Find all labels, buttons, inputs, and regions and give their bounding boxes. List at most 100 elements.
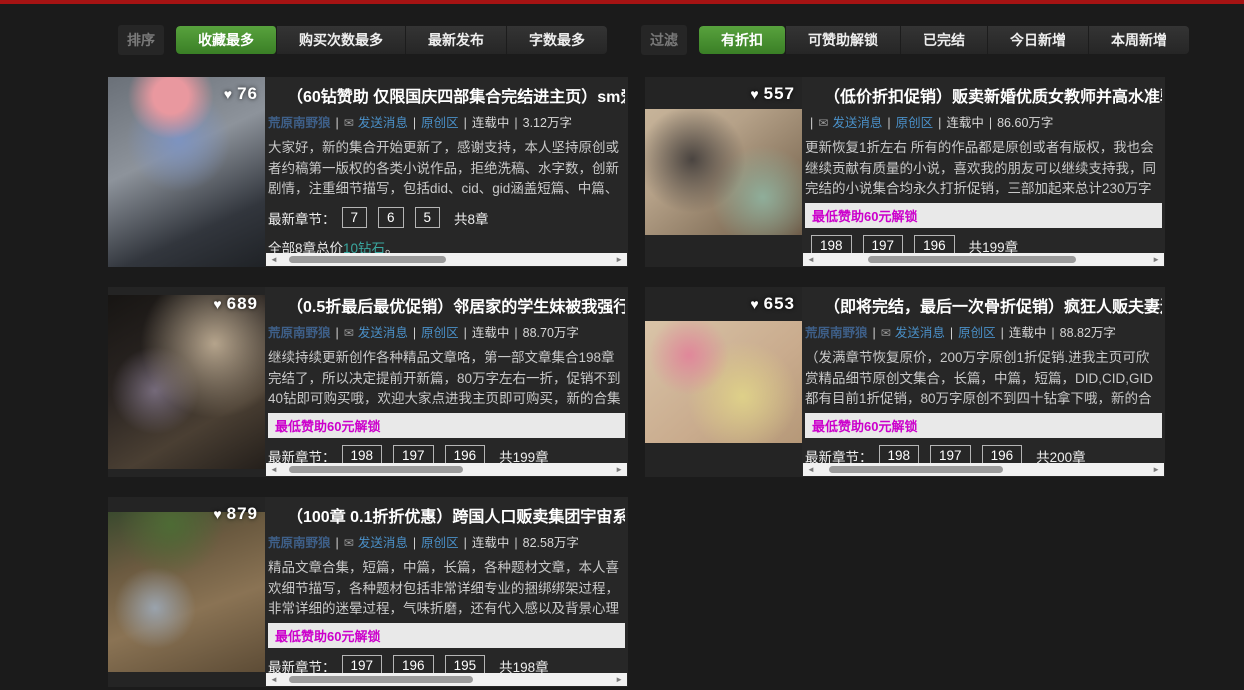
filter-discounted-button[interactable]: 有折扣: [699, 26, 786, 54]
author-link[interactable]: 荒原南野狼: [268, 116, 331, 130]
sort-most-purchased-button[interactable]: 购买次数最多: [277, 26, 406, 54]
heart-icon: ♥: [213, 506, 222, 522]
horizontal-scrollbar[interactable]: ◄ ►: [266, 673, 627, 686]
envelope-icon: ✉: [818, 116, 828, 130]
novel-card: ♥689 （0.5折最后最优促销）邻居家的学生妹被我强行绑架之 荒原南野狼|✉发…: [108, 287, 628, 477]
scrollbar-track[interactable]: [282, 463, 611, 476]
meta-separator: |: [464, 326, 467, 340]
chapter-button[interactable]: 7: [342, 207, 368, 228]
meta-separator: |: [950, 326, 953, 340]
novel-title-link[interactable]: （低价折扣促销）贩卖新婚优质女教师并高水准验货调教大: [805, 83, 1162, 107]
horizontal-scrollbar[interactable]: ◄ ►: [266, 463, 627, 476]
scrollbar-track[interactable]: [819, 253, 1148, 266]
sort-newest-button[interactable]: 最新发布: [406, 26, 507, 54]
filter-sponsor-unlock-button[interactable]: 可赞助解锁: [786, 26, 901, 54]
scrollbar-thumb[interactable]: [868, 256, 1075, 263]
card-content: （100章 0.1折折优惠）跨国人口贩卖集团宇宙系列之绑 荒原南野狼|✉发送消息…: [265, 497, 628, 687]
scroll-right-icon[interactable]: ►: [611, 673, 627, 686]
scroll-right-icon[interactable]: ►: [611, 253, 627, 266]
novel-card: ♥653 （即将完结，最后一次骨折促销）疯狂人贩夫妻连环绑 荒原南野狼|✉发送消…: [645, 287, 1165, 477]
horizontal-scrollbar[interactable]: ◄ ►: [803, 253, 1164, 266]
top-accent-bar: [0, 0, 1244, 4]
novel-title-link[interactable]: （60钻赞助 仅限国庆四部集合完结进主页）sm爱好者的: [268, 83, 625, 107]
chapter-button[interactable]: 5: [415, 207, 441, 228]
scrollbar-thumb[interactable]: [289, 466, 463, 473]
zone-link[interactable]: 原创区: [421, 116, 459, 130]
send-message-link[interactable]: 发送消息: [358, 536, 408, 550]
card-content: （0.5折最后最优促销）邻居家的学生妹被我强行绑架之 荒原南野狼|✉发送消息|原…: [265, 287, 628, 477]
meta-separator: |: [1001, 326, 1004, 340]
heart-icon: ♥: [213, 296, 222, 312]
horizontal-scrollbar[interactable]: ◄ ►: [803, 463, 1164, 476]
scroll-left-icon[interactable]: ◄: [266, 463, 282, 476]
filter-new-today-button[interactable]: 今日新增: [988, 26, 1089, 54]
scroll-left-icon[interactable]: ◄: [266, 673, 282, 686]
scrollbar-track[interactable]: [282, 673, 611, 686]
cover-image[interactable]: [108, 287, 265, 477]
scroll-left-icon[interactable]: ◄: [803, 463, 819, 476]
meta-separator: |: [336, 326, 339, 340]
horizontal-scrollbar[interactable]: ◄ ►: [266, 253, 627, 266]
author-link[interactable]: 荒原南野狼: [268, 536, 331, 550]
likes-badge: ♥879: [108, 504, 258, 524]
zone-link[interactable]: 原创区: [896, 116, 934, 130]
filter-label: 过滤: [641, 25, 687, 55]
novel-card-grid: ♥76 （60钻赞助 仅限国庆四部集合完结进主页）sm爱好者的 荒原南野狼|✉发…: [108, 77, 1244, 687]
word-count: 88.82万字: [1060, 326, 1116, 340]
scroll-right-icon[interactable]: ►: [1148, 463, 1164, 476]
meta-separator: |: [938, 116, 941, 130]
zone-link[interactable]: 原创区: [421, 326, 459, 340]
zone-link[interactable]: 原创区: [958, 326, 996, 340]
heart-icon: ♥: [750, 86, 759, 102]
sponsor-unlock-button[interactable]: 最低赞助60元解锁: [805, 203, 1162, 228]
latest-chapters-label: 最新章节：: [268, 208, 336, 228]
sort-most-favorited-button[interactable]: 收藏最多: [176, 26, 277, 54]
sponsor-unlock-button[interactable]: 最低赞助60元解锁: [268, 413, 625, 438]
filter-completed-button[interactable]: 已完结: [901, 26, 988, 54]
scrollbar-track[interactable]: [282, 253, 611, 266]
cover-image[interactable]: [645, 77, 802, 267]
sort-most-words-button[interactable]: 字数最多: [507, 26, 607, 54]
meta-line: 荒原南野狼|✉发送消息|原创区|连载中|3.12万字: [268, 112, 625, 131]
send-message-link[interactable]: 发送消息: [358, 326, 408, 340]
scrollbar-track[interactable]: [819, 463, 1148, 476]
cover-image[interactable]: [108, 77, 265, 267]
novel-card: ♥76 （60钻赞助 仅限国庆四部集合完结进主页）sm爱好者的 荒原南野狼|✉发…: [108, 77, 628, 267]
novel-title-link[interactable]: （0.5折最后最优促销）邻居家的学生妹被我强行绑架之: [268, 293, 625, 317]
author-link[interactable]: 荒原南野狼: [805, 326, 868, 340]
novel-card: ♥879 （100章 0.1折折优惠）跨国人口贩卖集团宇宙系列之绑 荒原南野狼|…: [108, 497, 628, 687]
meta-line: 荒原南野狼|✉发送消息|原创区|连载中|82.58万字: [268, 532, 625, 551]
author-link[interactable]: 荒原南野狼: [268, 326, 331, 340]
meta-separator: |: [464, 116, 467, 130]
meta-separator: |: [873, 326, 876, 340]
scroll-left-icon[interactable]: ◄: [266, 253, 282, 266]
likes-badge: ♥689: [108, 294, 258, 314]
likes-badge: ♥557: [645, 84, 795, 104]
filter-new-this-week-button[interactable]: 本周新增: [1089, 26, 1189, 54]
cover-art: [108, 512, 265, 672]
novel-title-link[interactable]: （即将完结，最后一次骨折促销）疯狂人贩夫妻连环绑: [805, 293, 1162, 317]
novel-description: 继续持续更新创作各种精品文章咯，第一部文章集合198章完结了，所以决定提前开新篇…: [268, 348, 625, 410]
scrollbar-thumb[interactable]: [289, 256, 447, 263]
envelope-icon: ✉: [344, 116, 354, 130]
scrollbar-thumb[interactable]: [829, 466, 1003, 473]
scroll-right-icon[interactable]: ►: [611, 463, 627, 476]
serial-status: 连载中: [472, 326, 510, 340]
scroll-left-icon[interactable]: ◄: [803, 253, 819, 266]
meta-separator: |: [413, 326, 416, 340]
cover-image[interactable]: [645, 287, 802, 477]
cover-image[interactable]: [108, 497, 265, 687]
send-message-link[interactable]: 发送消息: [832, 116, 882, 130]
sponsor-unlock-button[interactable]: 最低赞助60元解锁: [268, 623, 625, 648]
novel-card: ♥557 （低价折扣促销）贩卖新婚优质女教师并高水准验货调教大 | ✉ 发送消息 | 原…: [645, 77, 1165, 267]
word-count: 82.58万字: [523, 536, 579, 550]
send-message-link[interactable]: 发送消息: [358, 116, 408, 130]
chapter-button[interactable]: 6: [378, 207, 404, 228]
meta-separator: |: [810, 116, 813, 130]
send-message-link[interactable]: 发送消息: [895, 326, 945, 340]
scrollbar-thumb[interactable]: [289, 676, 473, 683]
scroll-right-icon[interactable]: ►: [1148, 253, 1164, 266]
zone-link[interactable]: 原创区: [421, 536, 459, 550]
novel-title-link[interactable]: （100章 0.1折折优惠）跨国人口贩卖集团宇宙系列之绑: [268, 503, 625, 527]
sponsor-unlock-button[interactable]: 最低赞助60元解锁: [805, 413, 1162, 438]
